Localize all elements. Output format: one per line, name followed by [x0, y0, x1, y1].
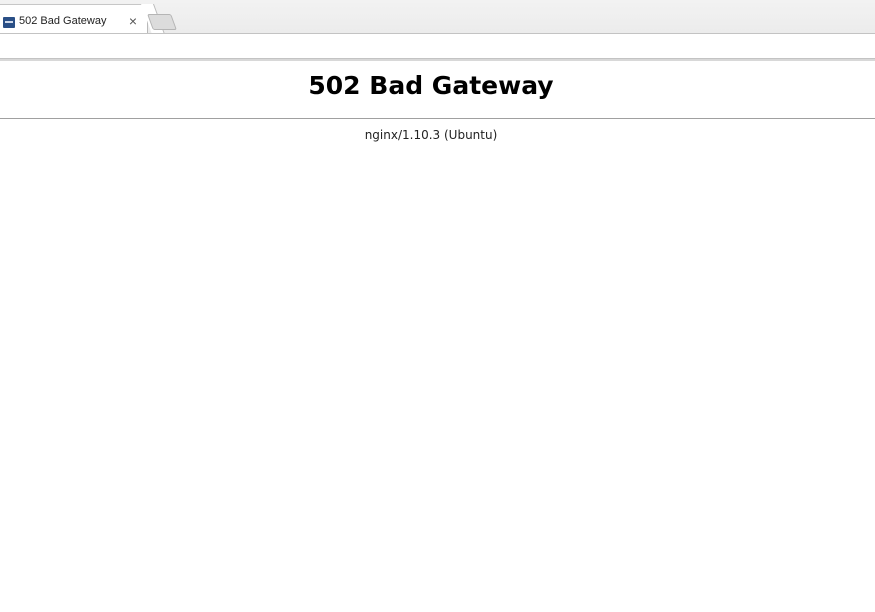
browser-window: 502 Bad Gateway × 502 Bad Gateway nginx/…: [0, 0, 875, 612]
horizontal-rule: [0, 118, 875, 119]
toolbar: [0, 33, 875, 59]
new-tab-icon[interactable]: [147, 14, 177, 30]
tab-title: 502 Bad Gateway: [19, 15, 107, 27]
tab-502-bad-gateway[interactable]: 502 Bad Gateway ×: [0, 4, 148, 34]
server-info: nginx/1.10.3 (Ubuntu): [364, 128, 498, 142]
page-title: 502 Bad Gateway: [308, 71, 554, 100]
page-content: 502 Bad Gateway nginx/1.10.3 (Ubuntu): [0, 61, 875, 612]
close-tab-icon[interactable]: ×: [127, 14, 139, 28]
page-favicon-icon: [3, 17, 15, 28]
tab-strip: 502 Bad Gateway ×: [0, 0, 875, 34]
